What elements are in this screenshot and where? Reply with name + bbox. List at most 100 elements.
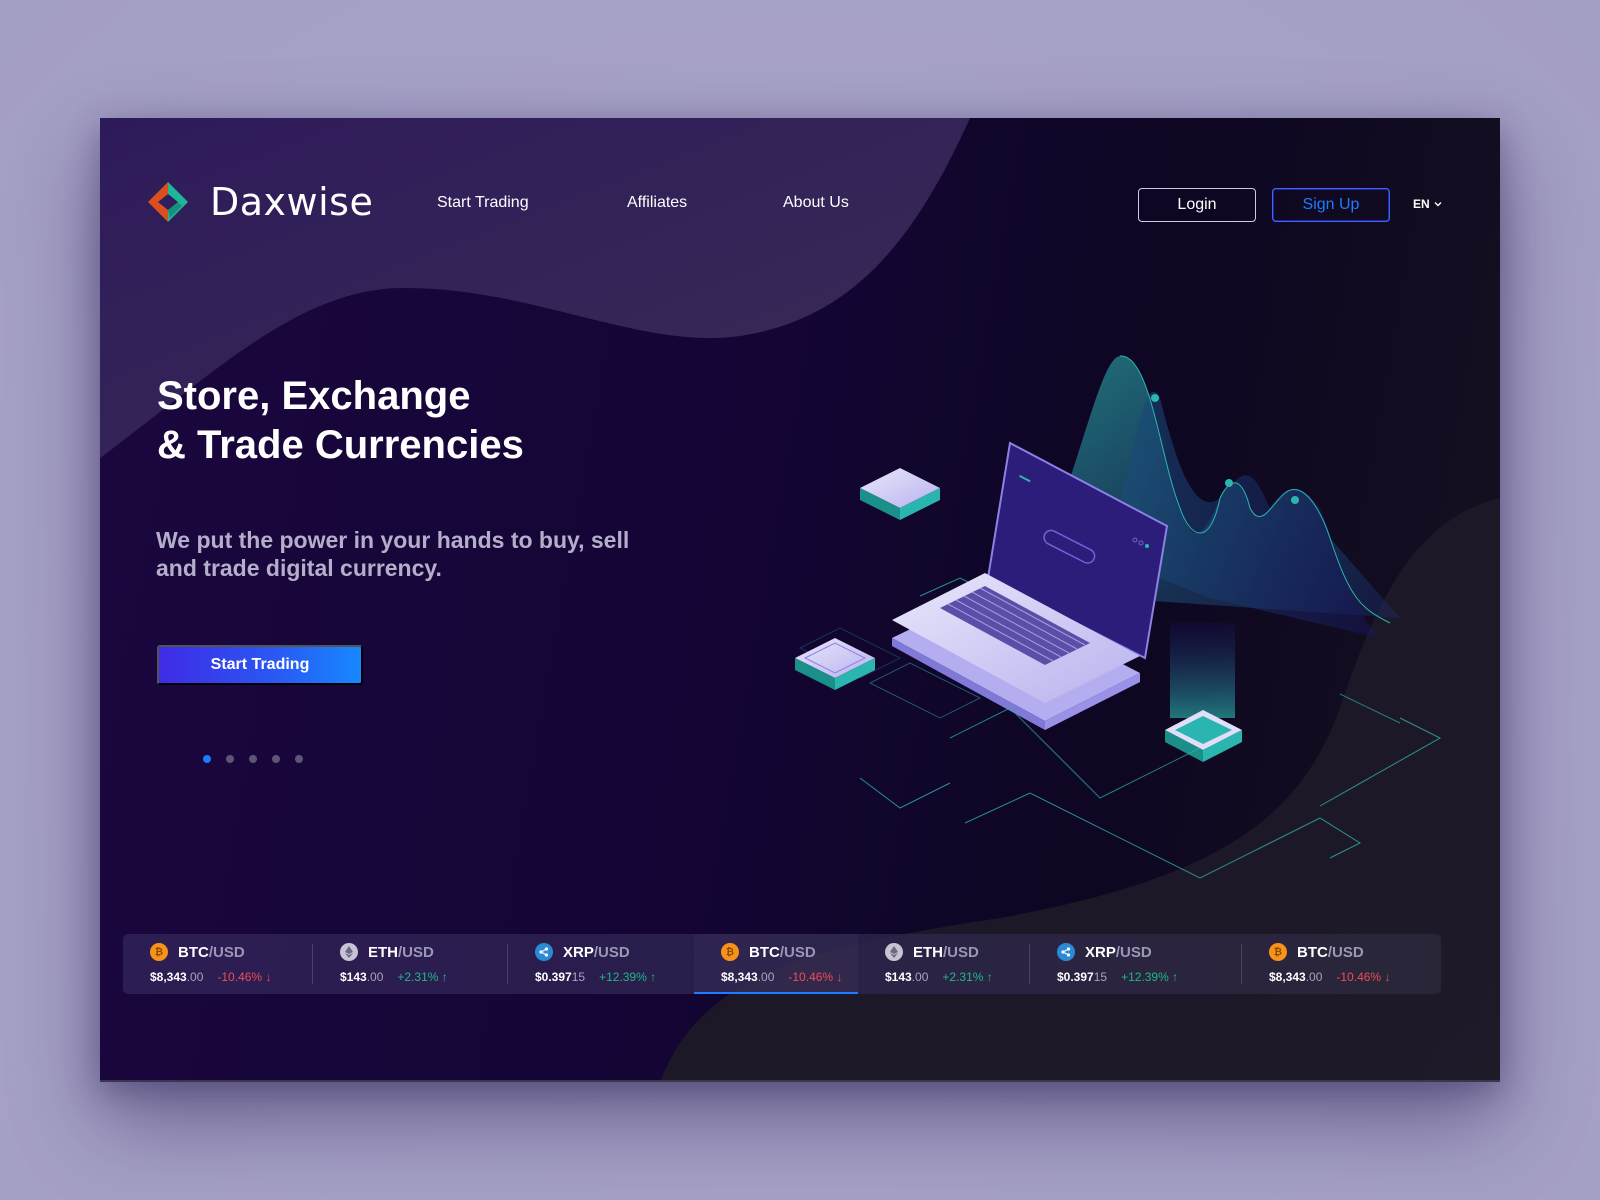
- ticker-price-row: $143.00 +2.31% ↑: [885, 970, 993, 984]
- arrow-up-icon: ↑: [986, 970, 993, 984]
- price-value: $8,343: [1269, 970, 1306, 984]
- price-value: $0.397: [535, 970, 572, 984]
- price-change: +2.31% ↑: [397, 970, 447, 984]
- ripple-icon: [535, 943, 553, 961]
- arrow-up-icon: ↑: [650, 970, 657, 984]
- price-decimals: .00: [366, 970, 384, 984]
- bitcoin-icon: ₿: [1269, 943, 1287, 961]
- ticker-pair: XRP/USD: [1057, 943, 1152, 961]
- nav-about-us[interactable]: About Us: [783, 194, 849, 212]
- ticker-pair: ₿ BTC/USD: [150, 943, 245, 961]
- pair-base: XRP: [563, 943, 594, 961]
- ethereum-icon: [340, 943, 358, 961]
- change-percent: +12.39%: [1121, 970, 1169, 984]
- price-decimals: 15: [1093, 970, 1108, 984]
- change-percent: +2.31%: [397, 970, 439, 984]
- nav-start-trading[interactable]: Start Trading: [437, 194, 529, 212]
- pair-base: ETH: [913, 943, 943, 961]
- carousel-dot-5[interactable]: [295, 755, 303, 763]
- ticker-price-row: $0.39715 +12.39% ↑: [535, 970, 656, 984]
- signup-button[interactable]: Sign Up: [1272, 188, 1390, 222]
- laptop-illustration: [795, 355, 1442, 879]
- price-change: -10.46% ↓: [788, 970, 842, 984]
- pair-quote: /USD: [1327, 943, 1364, 961]
- price-value: $143: [885, 970, 912, 984]
- pair-quote: /USD: [398, 943, 434, 961]
- chevron-down-icon: [1434, 202, 1442, 207]
- arrow-up-icon: ↑: [441, 970, 448, 984]
- pair-quote: /USD: [1115, 943, 1152, 961]
- floating-tile-top-left: [860, 468, 940, 520]
- price-decimals: .00: [186, 970, 204, 984]
- price-value: $143: [340, 970, 367, 984]
- ticker-price-row: $8,343.00 -10.46% ↓: [721, 970, 842, 984]
- carousel-dot-2[interactable]: [226, 755, 234, 763]
- pair-base: BTC: [178, 943, 209, 961]
- chart-dot: [1151, 394, 1159, 402]
- change-percent: +2.31%: [942, 970, 984, 984]
- pair-quote: /USD: [779, 943, 816, 961]
- chart-dot: [1225, 479, 1233, 487]
- price-decimals: .00: [757, 970, 775, 984]
- change-percent: +12.39%: [599, 970, 647, 984]
- price-value: $0.397: [1057, 970, 1094, 984]
- floating-tile-bottom-left: [795, 638, 875, 690]
- brand-logo[interactable]: Daxwise: [146, 180, 373, 224]
- price-change: -10.46% ↓: [217, 970, 271, 984]
- price-decimals: .00: [1305, 970, 1323, 984]
- language-selector[interactable]: EN: [1413, 197, 1442, 211]
- price-ticker: ₿ BTC/USD $8,343.00 -10.46% ↓ ETH/USD $143.00…: [123, 934, 1441, 994]
- pair-quote: /USD: [593, 943, 630, 961]
- brand-name: Daxwise: [210, 180, 374, 224]
- ticker-item-xrp[interactable]: XRP/USD $0.39715 +12.39% ↑: [508, 934, 694, 994]
- ticker-pair: ₿ BTC/USD: [1269, 943, 1364, 961]
- carousel-dot-4[interactable]: [272, 755, 280, 763]
- change-percent: -10.46%: [217, 970, 263, 984]
- arrow-down-icon: ↓: [1384, 970, 1391, 984]
- login-button[interactable]: Login: [1138, 188, 1256, 222]
- pair-base: BTC: [1297, 943, 1328, 961]
- arrow-down-icon: ↓: [265, 970, 272, 984]
- bitcoin-icon: ₿: [150, 943, 168, 961]
- price-change: +12.39% ↑: [1121, 970, 1178, 984]
- price-change: +12.39% ↑: [599, 970, 656, 984]
- ticker-item-eth[interactable]: ETH/USD $143.00 +2.31% ↑: [313, 934, 508, 994]
- diamond-logo-icon: [148, 182, 188, 222]
- price-change: +2.31% ↑: [942, 970, 992, 984]
- price-decimals: 15: [571, 970, 586, 984]
- change-percent: -10.46%: [1336, 970, 1382, 984]
- ticker-item-xrp[interactable]: XRP/USD $0.39715 +12.39% ↑: [1030, 934, 1242, 994]
- ethereum-icon: [885, 943, 903, 961]
- carousel-dot-3[interactable]: [249, 755, 257, 763]
- hero-title: Store, Exchange & Trade Currencies: [157, 374, 524, 467]
- carousel-dot-1[interactable]: [203, 755, 211, 763]
- change-percent: -10.46%: [788, 970, 834, 984]
- ripple-icon: [1057, 943, 1075, 961]
- carousel-dots: [203, 755, 303, 763]
- hero-subtitle: We put the power in your hands to buy, s…: [156, 527, 630, 581]
- arrow-down-icon: ↓: [836, 970, 843, 984]
- ticker-price-row: $8,343.00 -10.46% ↓: [1269, 970, 1390, 984]
- ticker-item-btc[interactable]: ₿ BTC/USD $8,343.00 -10.46% ↓: [694, 934, 858, 994]
- light-beam: [1170, 623, 1235, 718]
- nav-affiliates[interactable]: Affiliates: [627, 194, 687, 212]
- pair-quote: /USD: [943, 943, 979, 961]
- bitcoin-icon: ₿: [721, 943, 739, 961]
- pair-base: ETH: [368, 943, 398, 961]
- ticker-item-eth[interactable]: ETH/USD $143.00 +2.31% ↑: [858, 934, 1030, 994]
- pair-base: BTC: [749, 943, 780, 961]
- ticker-price-row: $8,343.00 -10.46% ↓: [150, 970, 271, 984]
- ticker-pair: ETH/USD: [340, 943, 434, 961]
- ticker-pair: ₿ BTC/USD: [721, 943, 816, 961]
- ticker-item-btc[interactable]: ₿ BTC/USD $8,343.00 -10.46% ↓: [1242, 934, 1441, 994]
- ticker-price-row: $0.39715 +12.39% ↑: [1057, 970, 1178, 984]
- ticker-pair: ETH/USD: [885, 943, 979, 961]
- ticker-item-btc[interactable]: ₿ BTC/USD $8,343.00 -10.46% ↓: [123, 934, 313, 994]
- price-decimals: .00: [911, 970, 929, 984]
- landing-page: Daxwise Start Trading Affiliates About U…: [100, 118, 1500, 1082]
- price-value: $8,343: [150, 970, 187, 984]
- arrow-up-icon: ↑: [1172, 970, 1179, 984]
- pair-base: XRP: [1085, 943, 1116, 961]
- chart-dot: [1291, 496, 1299, 504]
- start-trading-button[interactable]: Start Trading: [157, 645, 363, 685]
